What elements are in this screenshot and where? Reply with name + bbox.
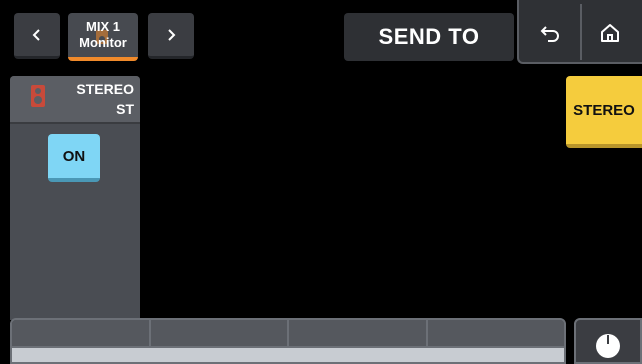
send-on-button[interactable]: ON — [48, 134, 100, 182]
parameter-cell-3[interactable] — [289, 320, 428, 346]
send-destination-header: STEREO ST — [10, 76, 140, 124]
top-bar: MIX 1 Monitor SEND TO — [0, 0, 642, 66]
page-title: SEND TO — [344, 13, 514, 61]
bottom-parameter-strip — [10, 318, 566, 364]
parameter-cell-1[interactable] — [12, 320, 151, 346]
previous-channel-button[interactable] — [14, 13, 60, 59]
channel-select-button[interactable]: MIX 1 Monitor — [68, 13, 138, 61]
send-destination-panel: STEREO ST ON — [10, 76, 140, 320]
parameter-cell-4[interactable] — [427, 320, 564, 346]
stereo-button[interactable]: STEREO — [566, 76, 642, 148]
toolbar-right — [517, 0, 642, 64]
back-button[interactable] — [523, 10, 577, 56]
chevron-right-icon — [168, 28, 176, 41]
destination-sub-label: ST — [116, 101, 134, 117]
home-icon — [601, 24, 619, 42]
chevron-left-icon — [32, 28, 40, 41]
knob-button[interactable] — [574, 318, 642, 364]
home-button[interactable] — [583, 10, 637, 56]
undo-arrow-icon — [540, 26, 559, 42]
channel-name-line2: Monitor — [79, 35, 127, 50]
knob-icon — [596, 334, 620, 358]
channel-name-line1: MIX 1 — [86, 19, 120, 34]
destination-name: STEREO — [76, 81, 134, 97]
next-channel-button[interactable] — [148, 13, 194, 59]
parameter-strip-lower — [12, 346, 564, 362]
parameter-row — [12, 320, 564, 346]
speaker-icon — [31, 85, 45, 107]
toolbar-divider — [580, 4, 582, 60]
parameter-cell-2[interactable] — [150, 320, 289, 346]
